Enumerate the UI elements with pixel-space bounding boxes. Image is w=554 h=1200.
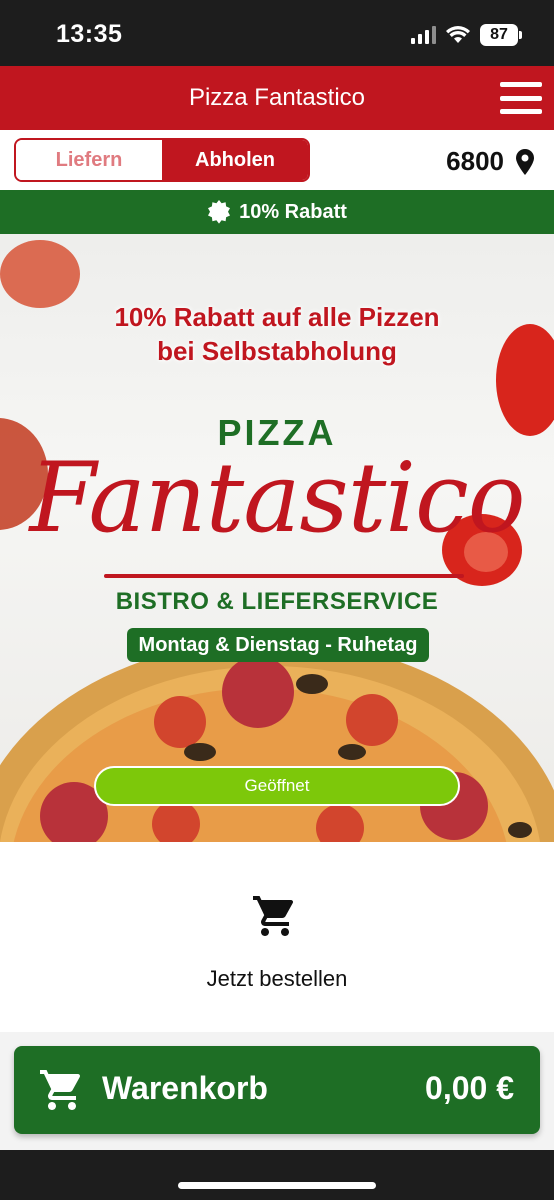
hero-banner: 10% Rabatt auf alle Pizzen bei Selbstabh… [0, 234, 554, 842]
delivery-mode-toggle: Liefern Abholen [14, 138, 310, 182]
order-section[interactable]: Jetzt bestellen [0, 842, 554, 1032]
cart-button[interactable]: Warenkorb 0,00 € [14, 1046, 540, 1134]
brand-subtitle: BISTRO & LIEFERSERVICE [115, 588, 439, 615]
promo-line-2: bei Selbstabholung [157, 336, 397, 366]
mode-row: Liefern Abholen 6800 [0, 130, 554, 190]
cart-icon [253, 896, 294, 936]
brand-underline [104, 574, 464, 578]
cart-total: 0,00 € [425, 1070, 514, 1106]
page-title: Pizza Fantastico [188, 84, 366, 111]
closing-days-label: Montag & Dienstag - Ruhetag [127, 628, 429, 662]
status-icons: 87 [411, 24, 522, 46]
deliver-tab[interactable]: Liefern [16, 140, 162, 180]
pickup-tab[interactable]: Abholen [162, 140, 308, 180]
postcode: 6800 [446, 146, 504, 176]
open-status-badge: Geöffnet [94, 766, 460, 806]
promo-text: 10% Rabatt auf alle Pizzen bei Selbstabh… [0, 300, 554, 368]
location-pin-icon [516, 148, 534, 175]
battery-icon: 87 [480, 24, 522, 46]
status-time: 13:35 [56, 20, 123, 48]
status-bar: 13:35 87 [0, 0, 554, 66]
cart-label: Warenkorb [102, 1070, 268, 1106]
wifi-icon [446, 26, 470, 43]
order-now-label: Jetzt bestellen [206, 966, 348, 991]
promo-line-1: 10% Rabatt auf alle Pizzen [114, 302, 440, 332]
brand-script: Fantastico [29, 442, 525, 554]
home-bar-area [0, 1150, 554, 1200]
cart-icon [40, 1070, 81, 1110]
discount-text: 10% Rabatt [239, 200, 347, 223]
location-selector[interactable]: 6800 [446, 146, 534, 177]
app-header: Pizza Fantastico [0, 66, 554, 130]
signal-icon [411, 26, 436, 44]
badge-icon [208, 200, 231, 224]
discount-banner[interactable]: 10% Rabatt [0, 190, 554, 234]
home-indicator[interactable] [178, 1182, 376, 1189]
menu-icon[interactable] [500, 82, 542, 114]
